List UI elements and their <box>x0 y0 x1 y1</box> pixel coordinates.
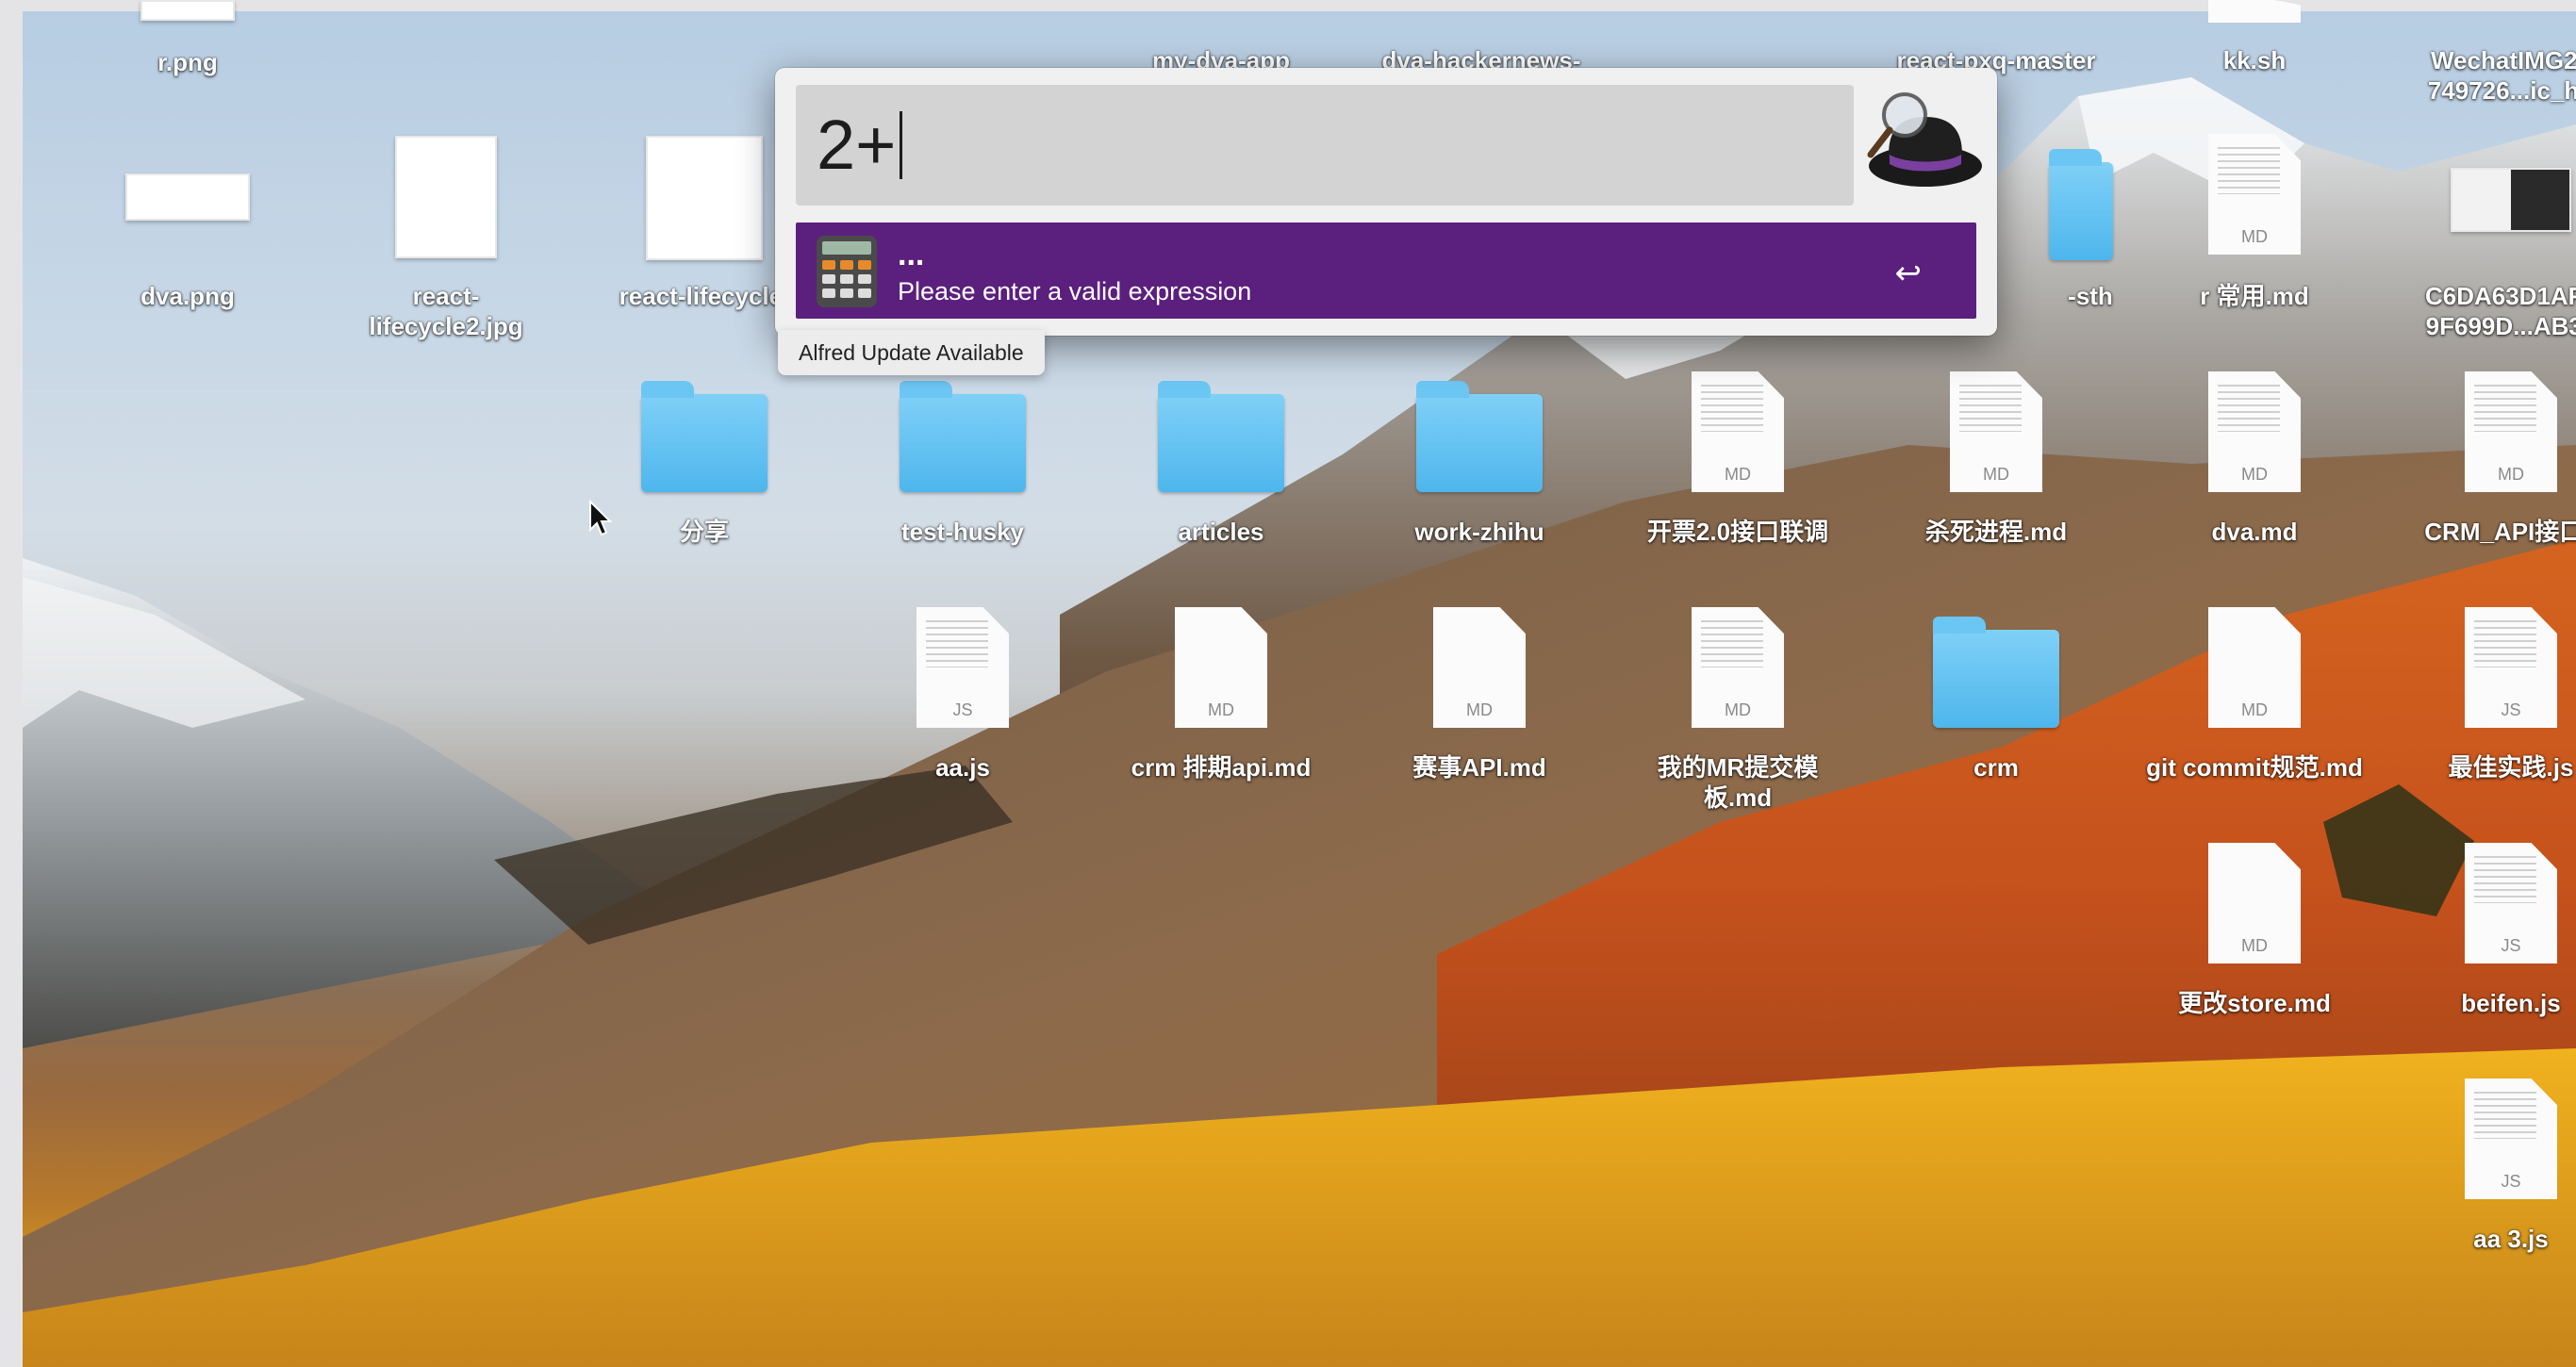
image-thumbnail-icon <box>140 0 235 21</box>
folder-icon <box>641 381 768 492</box>
desktop-icon-c6da63d1[interactable]: C6DA63D1AF5 9F699D...AB37 <box>2393 132 2576 349</box>
desktop-icon-label: r 常用.md <box>2200 282 2309 310</box>
markdown-file-icon: MD <box>2208 843 2301 963</box>
desktop-icon-label: git commit规范.md <box>2146 753 2363 782</box>
markdown-file-icon: MD <box>1175 607 1267 728</box>
desktop-icon-change-store-md[interactable]: MD 更改store.md <box>2137 839 2372 1028</box>
desktop-icon-crm-schedule-md[interactable]: MD crm 排期api.md <box>1103 603 1339 792</box>
result-title: ... <box>898 237 925 272</box>
desktop-icon-label: test-husky <box>900 518 1025 546</box>
markdown-file-icon: MD <box>1692 607 1784 728</box>
markdown-file-icon: MD <box>1950 371 2042 492</box>
desktop-icon-label: aa 3.js <box>2473 1225 2549 1253</box>
desktop-icon-best-practice-js[interactable]: JS 最佳实践.js <box>2393 603 2576 792</box>
desktop-icon-label: 开票2.0接口联调 <box>1646 518 1829 546</box>
alfred-result-row-selected[interactable]: ... Please enter a valid expression ↩ <box>796 222 1976 319</box>
javascript-file-icon: JS <box>916 607 1009 728</box>
desktop-icon-articles[interactable]: articles <box>1103 368 1339 556</box>
desktop-icon-git-commit-md[interactable]: MD git commit规范.md <box>2137 603 2372 792</box>
desktop-icon-test-husky[interactable]: test-husky <box>845 368 1081 556</box>
image-thumbnail-icon <box>646 136 763 260</box>
desktop-icon-label: articles <box>1178 518 1264 546</box>
desktop-icon-label: 最佳实践.js <box>2448 753 2574 782</box>
alfred-update-notice[interactable]: Alfred Update Available <box>778 330 1045 375</box>
desktop-icon-crm-folder[interactable]: crm <box>1878 603 2114 792</box>
query-value: 2+ <box>817 106 897 184</box>
desktop-icon-label: dva.png <box>140 282 235 310</box>
desktop-icon-dva-md[interactable]: MD dva.md <box>2137 368 2372 556</box>
desktop-icon-work-zhihu[interactable]: work-zhihu <box>1362 368 1597 556</box>
folder-icon <box>2049 149 2113 260</box>
desktop-icon-aa-js[interactable]: JS aa.js <box>845 603 1081 792</box>
desktop-icon-invoice-md[interactable]: MD 开票2.0接口联调 <box>1620 368 1856 556</box>
folder-icon <box>1933 617 2059 728</box>
markdown-file-icon: MD <box>1692 371 1784 492</box>
calculator-icon <box>817 236 877 307</box>
folder-icon <box>900 381 1026 492</box>
return-key-icon: ↩ <box>1894 255 1923 291</box>
markdown-file-icon: MD <box>2208 134 2301 255</box>
alfred-launcher-window[interactable]: 2+ ... Please enter a valid expression ↩ <box>775 68 1997 336</box>
desktop-icon-react-lifecycle2[interactable]: react- lifecycle2.jpg <box>328 132 564 349</box>
desktop-icon-label: work-zhihu <box>1414 518 1544 546</box>
desktop-icon-kill-process-md[interactable]: MD 杀死进程.md <box>1878 368 2114 556</box>
desktop-icon-crm-api-md[interactable]: MD CRM_API接口.. <box>2393 368 2576 556</box>
alfred-query-text[interactable]: 2+ <box>817 98 903 192</box>
desktop-icon-label: kk.sh <box>2222 46 2287 74</box>
desktop-icon-label: react- lifecycle2.jpg <box>369 282 523 340</box>
desktop-icon-wechatimg[interactable]: WechatIMG28 749726...ic_hd <box>2393 0 2576 117</box>
desktop-icon-beifen-js[interactable]: JS beifen.js <box>2393 839 2576 1028</box>
shell-file-icon <box>2208 0 2301 23</box>
desktop-icon-label: CRM_API接口.. <box>2424 518 2576 546</box>
desktop-icon-label: beifen.js <box>2461 989 2561 1017</box>
desktop-icon-label: 更改store.md <box>2178 989 2331 1017</box>
image-thumbnail-icon <box>395 136 497 258</box>
desktop-icon-label: r.png <box>157 48 218 76</box>
desktop-icon-label: crm <box>1973 753 2019 782</box>
folder-icon <box>1416 381 1543 492</box>
desktop-icon-label: 杀死进程.md <box>1924 518 2068 546</box>
desktop-icon-r-png[interactable]: r.png <box>70 0 305 79</box>
desktop-icon-share-folder[interactable]: 分享 <box>586 368 822 556</box>
desktop-icon-label: WechatIMG28 749726...ic_hd <box>2427 46 2576 105</box>
markdown-file-icon: MD <box>2208 607 2301 728</box>
desktop-icon-kk-sh[interactable]: kk.sh <box>2137 0 2372 79</box>
mouse-pointer-icon <box>589 500 613 536</box>
alfred-search-input[interactable]: 2+ <box>796 85 1854 206</box>
desktop-icon-mr-template-md[interactable]: MD 我的MR提交模 板.md <box>1620 603 1856 830</box>
desktop-icon-label: aa.js <box>935 753 990 782</box>
desktop-icon-dva-png[interactable]: dva.png <box>70 132 305 321</box>
desktop-icon-label: C6DA63D1AF5 9F699D...AB37 <box>2424 282 2576 340</box>
javascript-file-icon: JS <box>2465 607 2557 728</box>
desktop-icon-label: crm 排期api.md <box>1131 753 1312 782</box>
desktop-icon-aa3-js[interactable]: JS aa 3.js <box>2393 1075 2576 1263</box>
image-thumbnail-icon <box>2451 168 2571 232</box>
result-subtitle: Please enter a valid expression <box>898 277 1252 305</box>
alfred-hat-icon[interactable] <box>1858 79 1990 200</box>
text-caret <box>900 111 903 179</box>
folder-icon <box>1158 381 1284 492</box>
desktop-icon-label: 我的MR提交模 板.md <box>1657 753 1819 812</box>
markdown-file-icon: MD <box>1433 607 1526 728</box>
desktop-icon-r-md[interactable]: MD r 常用.md <box>2137 132 2372 321</box>
desktop-icon-label: 赛事API.md <box>1412 753 1546 782</box>
markdown-file-icon: MD <box>2465 371 2557 492</box>
desktop-icon-event-api-md[interactable]: MD 赛事API.md <box>1362 603 1597 792</box>
image-thumbnail-icon <box>125 173 250 221</box>
desktop-icon-label: 分享 <box>679 518 729 546</box>
javascript-file-icon: JS <box>2465 1079 2557 1199</box>
markdown-file-icon: MD <box>2208 371 2301 492</box>
javascript-file-icon: JS <box>2465 843 2557 963</box>
desktop-icon-label: dva.md <box>2211 518 2298 546</box>
